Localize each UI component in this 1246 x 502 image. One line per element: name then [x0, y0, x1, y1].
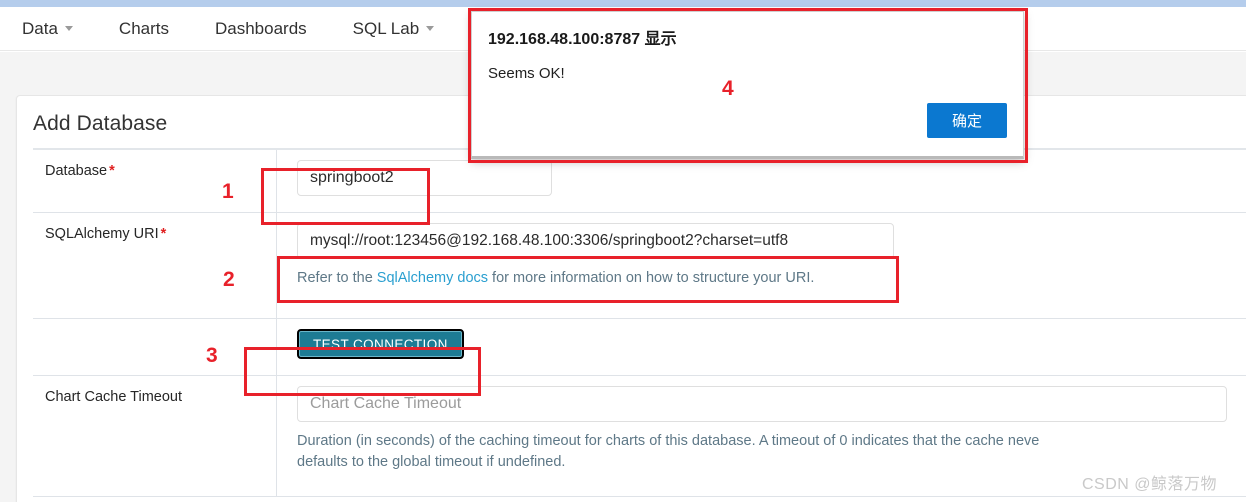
sqlalchemy-uri-label-cell: SQLAlchemy URI * — [33, 213, 277, 318]
test-connection-label-cell — [33, 319, 277, 375]
browser-top-band — [0, 0, 1246, 7]
chevron-down-icon — [426, 26, 435, 31]
dialog-confirm-button[interactable]: 确定 — [927, 103, 1007, 138]
sqlalchemy-uri-field-cell: mysql://root:123456@192.168.48.100:3306/… — [277, 213, 1246, 318]
chart-cache-timeout-input[interactable]: Chart Cache Timeout — [297, 386, 1227, 422]
form-row-chart-cache-timeout: Chart Cache Timeout Chart Cache Timeout … — [33, 376, 1246, 497]
nav-item-charts-label: Charts — [118, 18, 169, 38]
chevron-down-icon — [64, 26, 73, 31]
form-row-database: Database * springboot2 — [33, 150, 1246, 213]
database-label: Database — [45, 163, 108, 179]
database-input[interactable]: springboot2 — [297, 160, 552, 196]
required-asterisk: * — [109, 163, 115, 179]
form-row-test-connection: TEST CONNECTION — [33, 319, 1246, 376]
sqlalchemy-uri-input[interactable]: mysql://root:123456@192.168.48.100:3306/… — [297, 223, 894, 259]
dialog-title: 192.168.48.100:8787 显示 — [488, 31, 677, 48]
database-field-cell: springboot2 — [277, 150, 1246, 212]
dialog-message: Seems OK! — [488, 65, 565, 82]
nav-item-data[interactable]: Data — [22, 19, 73, 39]
nav-item-charts[interactable]: Charts — [119, 19, 169, 39]
chart-cache-timeout-help: Duration (in seconds) of the caching tim… — [297, 431, 1246, 473]
chart-cache-help-line1: Duration (in seconds) of the caching tim… — [297, 433, 1040, 449]
browser-alert-dialog: 192.168.48.100:8787 显示 Seems OK! 确定 — [471, 11, 1024, 159]
sqlalchemy-uri-help: Refer to the SqlAlchemy docs for more in… — [297, 268, 1246, 289]
chart-cache-timeout-label-cell: Chart Cache Timeout — [33, 376, 277, 496]
nav-item-data-label: Data — [22, 18, 58, 38]
chart-cache-help-line2: defaults to the global timeout if undefi… — [297, 454, 566, 470]
database-label-cell: Database * — [33, 150, 277, 212]
database-form-table: Database * springboot2 SQLAlchemy URI * my… — [33, 149, 1246, 497]
nav-item-dashboards-label: Dashboards — [215, 18, 307, 38]
test-connection-button[interactable]: TEST CONNECTION — [297, 329, 464, 359]
form-row-sqlalchemy-uri: SQLAlchemy URI * mysql://root:123456@192.… — [33, 213, 1246, 319]
chart-cache-timeout-label: Chart Cache Timeout — [45, 389, 183, 405]
required-asterisk: * — [160, 226, 167, 242]
test-connection-field-cell: TEST CONNECTION — [277, 319, 1246, 375]
nav-item-dashboards[interactable]: Dashboards — [215, 19, 307, 39]
nav-item-sql-lab[interactable]: SQL Lab — [352, 18, 435, 39]
sqlalchemy-docs-link[interactable]: SqlAlchemy docs — [377, 270, 488, 286]
help-suffix-text: for more information on how to structure… — [488, 270, 815, 286]
nav-item-sql-lab-label: SQL Lab — [352, 18, 420, 38]
chart-cache-timeout-field-cell: Chart Cache Timeout Duration (in seconds… — [277, 376, 1246, 496]
sqlalchemy-uri-label: SQLAlchemy URI — [45, 226, 159, 242]
help-prefix-text: Refer to the — [297, 270, 377, 286]
